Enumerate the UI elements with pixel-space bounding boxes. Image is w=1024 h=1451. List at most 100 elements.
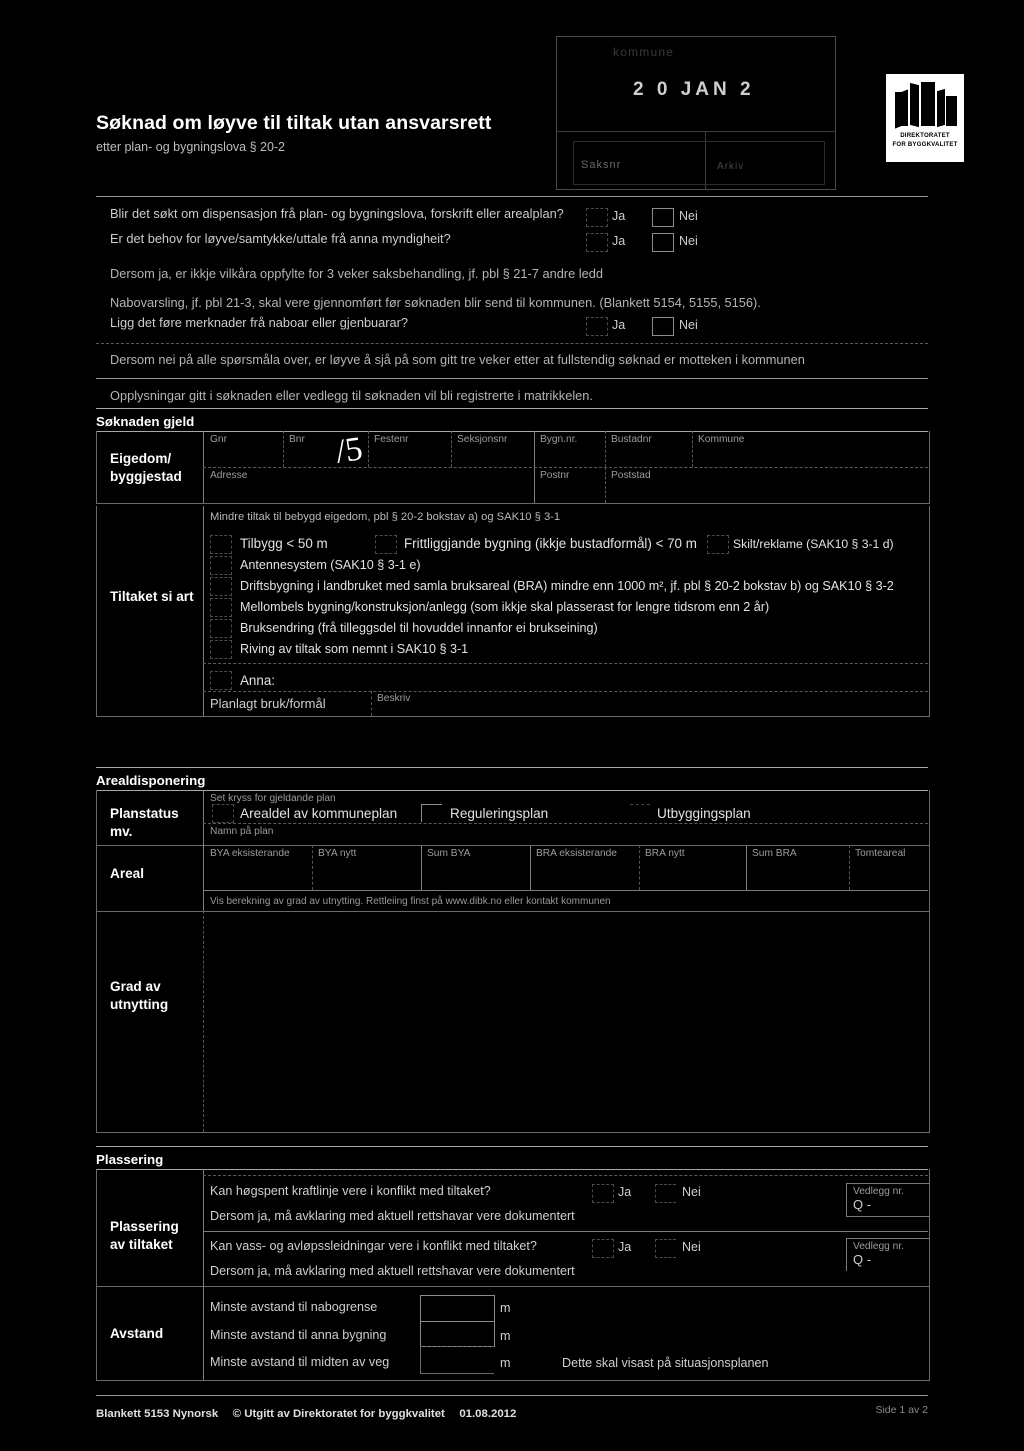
question-merknader-nei-checkbox[interactable] <box>652 317 674 336</box>
planstatus-label-line2: mv. <box>110 824 133 839</box>
section-plassering: Plassering <box>96 1146 928 1170</box>
vedlegg-kraftlinje-value[interactable]: Q - <box>853 1197 871 1212</box>
avstand-midten-veg-input[interactable] <box>420 1346 494 1374</box>
input-plan-namn[interactable] <box>210 836 922 845</box>
plassering-kraftlinje-note: Dersom ja, må avklaring med aktuell rett… <box>210 1209 575 1223</box>
plan-arealdel-checkbox[interactable] <box>212 804 234 823</box>
question-loyve-ja-label: Ja <box>612 234 626 248</box>
note-vilkar: Dersom ja, er ikkje vilkåra oppfylte for… <box>110 266 603 281</box>
eigedom-row-label: Eigedom/ byggjestad <box>110 450 182 486</box>
input-postnr[interactable] <box>540 482 602 502</box>
plan-arealdel-label: Arealdel av kommuneplan <box>240 806 398 821</box>
field-label-postnr: Postnr <box>540 470 570 481</box>
input-grad-utnytting[interactable] <box>210 916 922 1128</box>
avstand-midten-veg-label: Minste avstand til midten av veg <box>210 1355 390 1369</box>
divider-top <box>96 196 928 197</box>
input-bya-eksisterande[interactable] <box>210 860 306 886</box>
tiltak-riving-label: Riving av tiltak som nemnt i SAK10 § 3-1 <box>240 642 469 656</box>
input-sum-bya[interactable] <box>427 860 523 886</box>
plassering-kraftlinje-ja-checkbox[interactable] <box>592 1184 614 1203</box>
avstand-anna-bygning-input[interactable] <box>420 1320 495 1347</box>
plan-reguleringsplan-checkbox[interactable] <box>421 804 442 822</box>
tiltak-mellombels-label: Mellombels bygning/konstruksjon/anlegg (… <box>240 600 770 614</box>
page-title: Søknad om løyve til tiltak utan ansvarsr… <box>96 112 492 134</box>
question-merknader-ja-checkbox[interactable] <box>586 317 608 336</box>
input-beskriv[interactable] <box>377 703 922 715</box>
avstand-nabogrense-unit: m <box>500 1301 511 1315</box>
section-soknaden-gjeld: Søknaden gjeld <box>96 408 928 432</box>
input-gnr[interactable] <box>210 446 280 466</box>
tiltak-anna-checkbox[interactable] <box>210 671 232 690</box>
field-label-bustadnr: Bustadnr <box>611 434 652 445</box>
plassering-vassavlop-nei-checkbox[interactable] <box>655 1239 676 1258</box>
input-poststad[interactable] <box>611 482 923 502</box>
question-merknader-label: Ligg det føre merknader frå naboar eller… <box>110 315 409 330</box>
tiltak-skilt-checkbox[interactable] <box>707 535 729 554</box>
vedlegg-vassavlop-value[interactable]: Q - <box>853 1252 871 1267</box>
input-sum-bra[interactable] <box>752 860 842 886</box>
avstand-midten-veg-unit: m <box>500 1356 511 1370</box>
input-bygningsnr[interactable] <box>540 446 602 466</box>
eigedom-col-div-5 <box>605 431 606 467</box>
areal-col-div-3 <box>530 845 531 890</box>
tiltak-tilbygg-checkbox[interactable] <box>210 535 232 554</box>
input-festenr[interactable] <box>374 446 448 466</box>
grad-label-line1: Grad av <box>110 979 161 994</box>
planstatus-label-divider <box>203 790 204 845</box>
question-loyve-nei-checkbox[interactable] <box>652 233 674 252</box>
tiltak-mellombels-checkbox[interactable] <box>210 598 232 617</box>
areal-col-div-5 <box>746 845 747 890</box>
plassering-kraftlinje-label: Kan høgspent kraftlinje vere i konflikt … <box>210 1184 491 1198</box>
avstand-anna-bygning-label: Minste avstand til anna bygning <box>210 1328 387 1342</box>
question-loyve-label: Er det behov for løyve/samtykke/uttale f… <box>110 231 451 246</box>
eigedom-col-div-6 <box>692 431 693 467</box>
section-arealdisponering-title: Arealdisponering <box>96 773 206 788</box>
input-bya-nytt[interactable] <box>318 860 414 886</box>
question-dispensasjon-nei-checkbox[interactable] <box>652 208 674 227</box>
planstatus-row-label: Planstatus mv. <box>110 805 179 841</box>
question-merknader-ja-label: Ja <box>612 318 626 332</box>
question-loyve-nei-label: Nei <box>679 234 698 248</box>
divider-after-treveker <box>96 378 928 379</box>
plan-utbyggingsplan-checkbox[interactable] <box>630 804 650 822</box>
field-label-kommune: Kommune <box>698 434 745 445</box>
plassering-kraftlinje-nei-label: Nei <box>682 1185 701 1199</box>
tiltak-bruksendring-checkbox[interactable] <box>210 619 232 638</box>
note-matrikkel: Opplysningar gitt i søknaden eller vedle… <box>110 388 593 403</box>
tiltak-frittliggjande-checkbox[interactable] <box>375 535 397 554</box>
planstatus-label-line1: Planstatus <box>110 806 179 821</box>
input-kommune[interactable] <box>698 446 923 466</box>
plassering-vassavlop-nei-label: Nei <box>682 1240 701 1254</box>
footer-divider <box>96 1395 928 1396</box>
tiltak-frittliggjande-label: Frittliggjande bygning (ikkje bustadform… <box>404 536 697 551</box>
avstand-midten-veg-note: Dette skal visast på situasjonsplanen <box>562 1356 769 1370</box>
grad-label-line2: utnytting <box>110 997 169 1012</box>
tiltak-driftsbygning-checkbox[interactable] <box>210 577 232 596</box>
plassering-kraftlinje-nei-checkbox[interactable] <box>655 1184 676 1203</box>
areal-col-sum-bra: Sum BRA <box>752 848 797 859</box>
input-seksjonsnr[interactable] <box>457 446 531 466</box>
plassering-label-line1: Plassering <box>110 1219 179 1234</box>
plassering-label-line2: av tiltaket <box>110 1237 173 1252</box>
plassering-vassavlop-ja-checkbox[interactable] <box>592 1239 614 1258</box>
dibk-logo-line1: DIREKTORATET <box>900 132 950 139</box>
input-bra-eksisterande[interactable] <box>536 860 632 886</box>
input-tomteareal[interactable] <box>855 860 921 886</box>
tiltak-driftsbygning-label: Driftsbygning i landbruket med samla bru… <box>240 579 894 593</box>
avstand-nabogrense-label: Minste avstand til nabogrense <box>210 1300 378 1314</box>
input-bustadnr[interactable] <box>611 446 689 466</box>
dibk-logo-line2: FOR BYGGKVALITET <box>892 140 958 148</box>
field-label-adresse: Adresse <box>210 470 248 481</box>
question-dispensasjon-ja-checkbox[interactable] <box>586 208 608 227</box>
avstand-nabogrense-input[interactable] <box>420 1295 495 1322</box>
tiltak-riving-checkbox[interactable] <box>210 640 232 659</box>
question-loyve-ja-checkbox[interactable] <box>586 233 608 252</box>
field-label-bygningsnr: Bygn.nr. <box>540 434 578 445</box>
field-label-gnr: Gnr <box>210 434 227 445</box>
tiltak-antennesystem-checkbox[interactable] <box>210 556 232 575</box>
plassering-row-label: Plassering av tiltaket <box>110 1218 179 1254</box>
input-tiltak-anna[interactable] <box>280 670 920 690</box>
input-bra-nytt[interactable] <box>645 860 739 886</box>
input-adresse[interactable] <box>210 482 530 502</box>
note-nabovarsling: Nabovarsling, jf. pbl 21-3, skal vere gj… <box>110 295 761 310</box>
